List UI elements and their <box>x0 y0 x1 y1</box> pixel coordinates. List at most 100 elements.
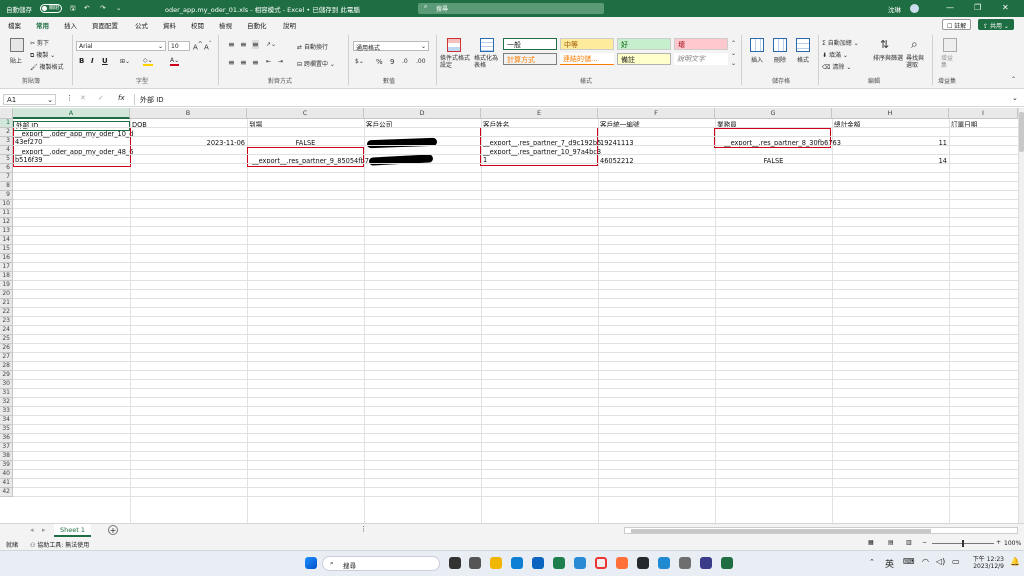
row-header[interactable]: 4 <box>0 146 13 155</box>
sort-filter-button[interactable]: 排序與篩選 <box>873 55 903 62</box>
store-icon[interactable] <box>511 557 523 569</box>
row-header[interactable]: 17 <box>0 263 13 272</box>
row-header[interactable]: 35 <box>0 425 13 434</box>
number-format-select[interactable]: 通用格式 ⌄ <box>353 41 429 52</box>
page-layout-view-icon[interactable]: ▤ <box>888 539 894 546</box>
column-header-b[interactable]: B <box>130 108 247 119</box>
table-cell-f3[interactable]: 46052212 <box>600 157 634 165</box>
align-right-icon[interactable]: ≡ <box>252 58 259 67</box>
show-hidden-icons[interactable]: ⌃ <box>869 558 875 566</box>
customize-qat-icon[interactable]: ⌄ <box>116 4 121 12</box>
row-header[interactable]: 42 <box>0 488 13 497</box>
column-header-d[interactable]: D <box>364 108 481 119</box>
ime-indicator[interactable]: 英 <box>885 557 894 570</box>
column-header-f[interactable]: F <box>598 108 715 119</box>
grow-font-button[interactable]: A^ <box>193 42 203 51</box>
start-icon[interactable] <box>305 557 317 569</box>
cut-button[interactable]: ✂ 剪下 <box>30 38 49 47</box>
align-left-icon[interactable]: ≡ <box>228 58 235 67</box>
indent-increase-icon[interactable]: ⇥ <box>278 58 283 65</box>
chrome-icon[interactable] <box>595 557 607 569</box>
close-icon[interactable]: ✕ <box>1002 3 1009 12</box>
redo-icon[interactable]: ↷ <box>100 4 105 12</box>
header-cell-f1[interactable]: 客戶統一編號 <box>600 121 640 129</box>
insert-function-button[interactable]: fx <box>118 94 125 102</box>
maximize-icon[interactable]: ❐ <box>974 3 981 12</box>
formula-input[interactable]: 外部 ID <box>134 94 1020 105</box>
addins-button[interactable]: 增益集 <box>941 55 957 69</box>
sheet-tab-sheet1[interactable]: Sheet 1 <box>54 524 91 537</box>
row-header[interactable]: 20 <box>0 290 13 299</box>
wrap-text-button[interactable]: ⇄ 自動換行 <box>297 42 328 51</box>
conditional-format-button[interactable]: 條件式格式設定 <box>440 55 474 69</box>
excel-icon[interactable] <box>721 557 733 569</box>
taskbar-search-box[interactable]: ⌕ 搜尋 <box>322 556 440 571</box>
shrink-font-button[interactable]: Aˇ <box>204 42 212 51</box>
row-header[interactable]: 10 <box>0 200 13 209</box>
row-header[interactable]: 26 <box>0 344 13 353</box>
search-box[interactable]: ⌕ 搜尋 <box>418 3 604 14</box>
chat-icon[interactable] <box>469 557 481 569</box>
wifi-icon[interactable]: ◠ <box>922 557 929 566</box>
ime-mode-icon[interactable]: ⌨ <box>903 557 915 566</box>
row-header[interactable]: 3 <box>0 137 13 146</box>
more-options-icon[interactable]: ⋮ <box>66 94 73 102</box>
style-neutral[interactable]: 中等 <box>560 38 614 50</box>
row-header[interactable]: 38 <box>0 452 13 461</box>
row-header[interactable]: 14 <box>0 236 13 245</box>
select-all-corner[interactable] <box>0 108 13 119</box>
table-cell-b2[interactable]: 2023-11-06 <box>132 139 245 147</box>
header-cell-i1[interactable]: 訂單日期 <box>951 121 977 129</box>
expand-formula-bar-icon[interactable]: ⌄ <box>1012 94 1018 102</box>
style-note[interactable]: 備註 <box>617 53 671 65</box>
align-center-icon[interactable]: ≡ <box>240 58 247 67</box>
zoom-in-icon[interactable]: + <box>996 539 1001 546</box>
row-header[interactable]: 18 <box>0 272 13 281</box>
header-cell-c1[interactable]: 到場 <box>249 121 262 129</box>
collapse-ribbon-icon[interactable]: ⌃ <box>1011 76 1016 83</box>
styles-more-icon[interactable]: ⌄ <box>731 60 736 67</box>
format-as-table-icon[interactable] <box>480 38 494 52</box>
user-name[interactable]: 沈琳 <box>888 4 901 14</box>
align-bottom-icon[interactable]: ≡ <box>252 40 259 49</box>
orientation-icon[interactable]: ↗⌄ <box>266 41 276 48</box>
next-sheet-icon[interactable]: ▸ <box>42 526 46 534</box>
clock-time[interactable]: 下午 12:23 <box>970 554 1004 563</box>
volume-icon[interactable]: ◁) <box>936 557 945 566</box>
row-header[interactable]: 7 <box>0 173 13 182</box>
increase-decimal-icon[interactable]: .0 <box>402 58 408 65</box>
style-bad[interactable]: 壞 <box>674 38 728 50</box>
column-header-i[interactable]: I <box>949 108 1018 119</box>
spreadsheet-grid[interactable]: A B C D E F G H I 外部 ID DOB 到場 客戶公司 客戶姓名… <box>0 108 1018 523</box>
merge-center-button[interactable]: ⊟ 跨欄置中 ⌄ <box>297 59 335 68</box>
italic-button[interactable]: I <box>91 57 94 65</box>
header-cell-b1[interactable]: DOB <box>132 121 147 129</box>
row-header[interactable]: 34 <box>0 416 13 425</box>
minimize-icon[interactable]: — <box>946 3 954 12</box>
horizontal-scrollbar[interactable] <box>624 527 1018 534</box>
outlook-icon[interactable] <box>532 557 544 569</box>
table-cell-g3[interactable]: FALSE <box>717 157 830 165</box>
delete-cells-button[interactable]: 刪除 <box>774 55 786 64</box>
column-header-a[interactable]: A <box>13 108 130 119</box>
tab-file[interactable]: 檔案 <box>8 20 21 30</box>
tab-help[interactable]: 說明 <box>283 20 296 30</box>
row-header[interactable]: 23 <box>0 317 13 326</box>
comma-button[interactable]: 9 <box>390 58 394 66</box>
share-button[interactable]: ⇪ 共用 ⌄ <box>978 19 1014 30</box>
row-header[interactable]: 16 <box>0 254 13 263</box>
tab-formulas[interactable]: 公式 <box>135 20 148 30</box>
insert-cells-icon[interactable] <box>750 38 764 52</box>
find-select-button[interactable]: 尋找與選取 <box>906 55 928 69</box>
save-icon[interactable]: 🖫 <box>70 4 76 15</box>
row-header[interactable]: 27 <box>0 353 13 362</box>
table-cell-h3[interactable]: 14 <box>834 157 947 165</box>
row-header[interactable]: 30 <box>0 380 13 389</box>
row-header[interactable]: 19 <box>0 281 13 290</box>
row-header[interactable]: 13 <box>0 227 13 236</box>
zoom-level[interactable]: 100% <box>1004 540 1021 547</box>
paste-label[interactable]: 貼上 <box>10 56 22 65</box>
row-header[interactable]: 25 <box>0 335 13 344</box>
styles-scroll-down-icon[interactable]: ⌄ <box>731 50 736 57</box>
accessibility-status[interactable]: ⚇ 協助工具: 無法使用 <box>30 540 89 549</box>
